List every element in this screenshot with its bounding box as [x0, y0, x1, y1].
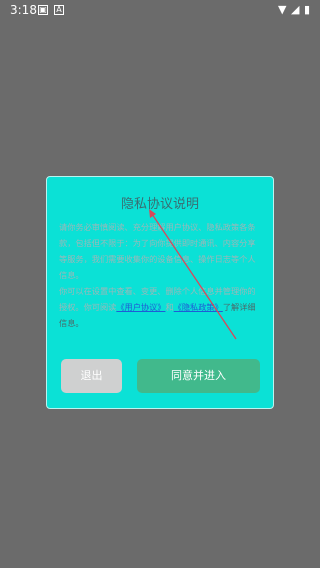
- privacy-paragraph-1: 请你务必审慎阅读、充分理解用户协议、隐私政策各条款，包括但不限于：为了向你提供即…: [59, 222, 256, 280]
- wifi-icon: ▼: [278, 3, 287, 16]
- dialog-title: 隐私协议说明: [120, 197, 199, 212]
- exit-button[interactable]: 退出: [61, 359, 122, 393]
- signal-icon: ◢: [291, 3, 300, 16]
- status-time: 3:18: [10, 3, 37, 17]
- user-agreement-link[interactable]: 《用户协议》: [116, 302, 165, 312]
- agree-button[interactable]: 同意并进入: [137, 359, 260, 393]
- a-icon: A: [54, 5, 64, 15]
- connector-text: 和: [165, 302, 174, 312]
- dialog-body: 请你务必审慎阅读、充分理解用户协议、隐私政策各条款，包括但不限于：为了向你提供即…: [59, 219, 263, 331]
- battery-icon: ▮: [304, 3, 311, 16]
- privacy-policy-link[interactable]: 《隐私政策》: [174, 302, 223, 312]
- privacy-dialog: 隐私协议说明 请你务必审慎阅读、充分理解用户协议、隐私政策各条款，包括但不限于：…: [46, 176, 274, 409]
- status-bar: 3:18 ▣ A ▼ ◢ ▮: [0, 0, 320, 24]
- privacy-paragraph-2: 你可以在设置中查看、变更、删除个人信息并管理你的授权。你可阅读《用户协议》和《隐…: [59, 283, 263, 331]
- image-icon: ▣: [38, 5, 48, 15]
